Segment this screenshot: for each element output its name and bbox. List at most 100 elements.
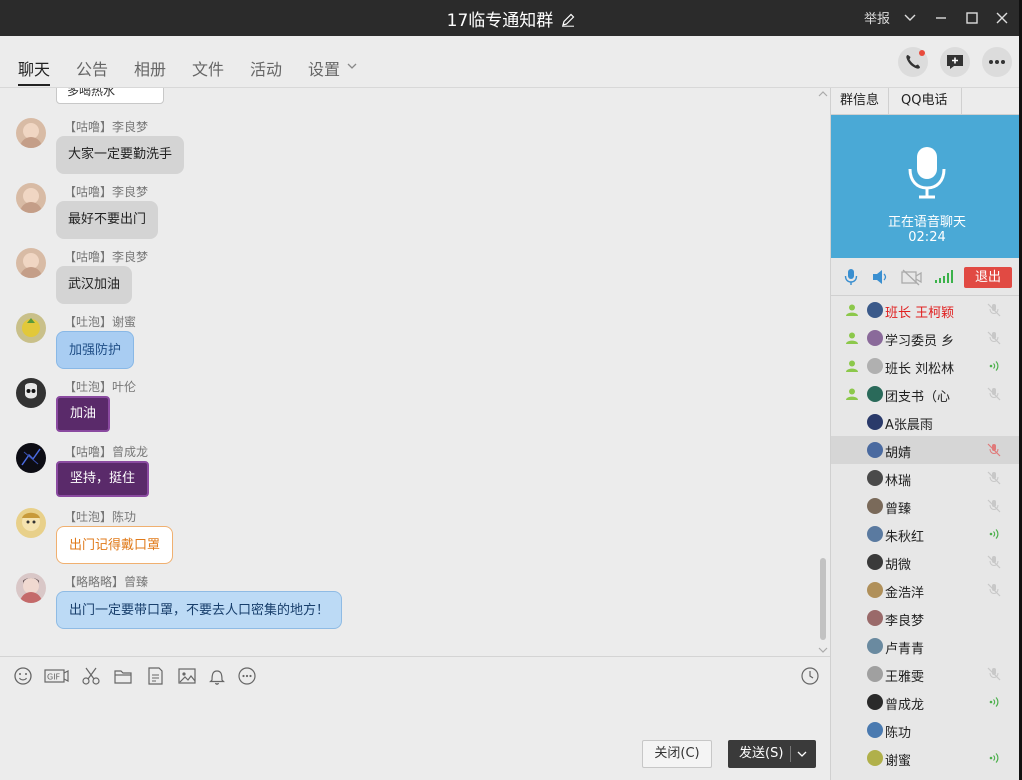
tab-announcement[interactable]: 公告 xyxy=(76,56,108,80)
member-name: 曾成龙 xyxy=(885,698,925,713)
member-row[interactable]: 胡微 xyxy=(831,548,1022,576)
clock-icon[interactable] xyxy=(799,665,821,687)
message-input-area[interactable]: GIF 关闭(C) 发送(S) xyxy=(0,656,830,780)
tab-chat[interactable]: 聊天 xyxy=(18,56,50,80)
member-row[interactable]: 胡婧 xyxy=(831,436,1022,464)
member-avatar[interactable] xyxy=(867,554,883,570)
more-options-button[interactable] xyxy=(982,47,1012,77)
message-bubble: 出门记得戴口罩 xyxy=(56,526,174,564)
member-avatar[interactable] xyxy=(867,582,883,598)
scroll-up-icon[interactable] xyxy=(818,88,828,103)
tab-files[interactable]: 文件 xyxy=(192,56,224,80)
tab-activity[interactable]: 活动 xyxy=(250,56,282,80)
message-bubble: 加强防护 xyxy=(56,331,135,369)
mic-toggle-icon[interactable] xyxy=(843,268,859,290)
member-avatar[interactable] xyxy=(867,722,883,738)
chevron-down-icon[interactable] xyxy=(900,8,920,28)
member-row[interactable]: A张晨雨 xyxy=(831,408,1022,436)
member-avatar[interactable] xyxy=(867,442,883,458)
tab-album[interactable]: 相册 xyxy=(134,56,166,80)
report-button[interactable]: 举报 xyxy=(864,8,890,27)
member-row[interactable]: 团支书（心 xyxy=(831,380,1022,408)
chevron-down-icon[interactable] xyxy=(346,60,358,76)
avatar[interactable] xyxy=(16,183,46,213)
phone-call-button[interactable] xyxy=(898,47,928,77)
member-name: 班长 刘松林 xyxy=(885,362,955,377)
emoji-icon[interactable] xyxy=(12,665,34,687)
member-row[interactable]: 曾臻 xyxy=(831,492,1022,520)
close-button[interactable] xyxy=(992,8,1012,28)
member-row[interactable]: 陈功 xyxy=(831,716,1022,744)
member-avatar[interactable] xyxy=(867,610,883,626)
member-name: 朱秋红 xyxy=(885,530,925,545)
scissors-icon[interactable] xyxy=(80,665,102,687)
avatar[interactable] xyxy=(16,313,46,343)
quit-voice-button[interactable]: 退出 xyxy=(964,267,1012,288)
avatar[interactable] xyxy=(16,443,46,473)
member-name: 陈功 xyxy=(885,726,912,741)
member-row[interactable]: 曾成龙 xyxy=(831,688,1022,716)
mic-muted-icon xyxy=(987,331,1001,349)
member-row[interactable]: 谢蜜 xyxy=(831,744,1022,772)
avatar[interactable] xyxy=(16,118,46,148)
bell-icon[interactable] xyxy=(206,665,228,687)
mic-muted-icon xyxy=(987,443,1001,461)
member-avatar[interactable] xyxy=(867,526,883,542)
avatar[interactable] xyxy=(16,248,46,278)
chat-scrollbar[interactable] xyxy=(818,88,828,654)
message-bubble: 大家一定要勤洗手 xyxy=(56,136,185,174)
folder-icon[interactable] xyxy=(112,665,134,687)
member-avatar[interactable] xyxy=(867,750,883,766)
admin-icon xyxy=(845,303,859,321)
message-bubble: 出门一定要带口罩，不要去人口密集的地方！ xyxy=(56,591,343,629)
speaker-icon[interactable] xyxy=(871,268,889,290)
gif-icon[interactable]: GIF xyxy=(44,665,70,687)
member-row[interactable]: 王雅雯 xyxy=(831,660,1022,688)
member-avatar[interactable] xyxy=(867,330,883,346)
message-bubble: 加油 xyxy=(56,396,111,432)
avatar[interactable] xyxy=(16,378,46,408)
member-row[interactable]: 朱秋红 xyxy=(831,520,1022,548)
member-avatar[interactable] xyxy=(867,386,883,402)
member-row[interactable]: 金浩洋 xyxy=(831,576,1022,604)
tab-qq-call[interactable]: QQ电话 xyxy=(892,88,962,115)
member-row[interactable]: 林瑞 xyxy=(831,464,1022,492)
avatar[interactable] xyxy=(16,508,46,538)
image-icon[interactable] xyxy=(176,665,198,687)
send-button[interactable]: 发送(S) xyxy=(728,740,816,768)
message-bubble: 最好不要出门 xyxy=(56,201,159,239)
maximize-button[interactable] xyxy=(962,8,982,28)
minimize-button[interactable] xyxy=(931,8,951,28)
tab-group-info[interactable]: 群信息 xyxy=(831,88,890,115)
add-message-button[interactable] xyxy=(940,47,970,77)
member-row[interactable]: 学习委员 乡 xyxy=(831,324,1022,352)
member-avatar[interactable] xyxy=(867,302,883,318)
member-row[interactable]: 卢青青 xyxy=(831,632,1022,660)
member-row[interactable]: 李良梦 xyxy=(831,604,1022,632)
member-avatar[interactable] xyxy=(867,638,883,654)
close-chat-button[interactable]: 关闭(C) xyxy=(642,740,712,768)
mic-muted-icon xyxy=(987,499,1001,517)
member-avatar[interactable] xyxy=(867,470,883,486)
member-avatar[interactable] xyxy=(867,414,883,430)
speaking-icon xyxy=(987,527,1001,545)
more-icon[interactable] xyxy=(236,665,258,687)
video-off-icon[interactable] xyxy=(901,268,923,290)
title-bar: 17临专通知群 举报 xyxy=(0,0,1022,36)
screenshot-icon[interactable] xyxy=(144,665,166,687)
edit-name-icon[interactable] xyxy=(561,12,575,32)
avatar[interactable] xyxy=(16,573,46,603)
mic-muted-icon xyxy=(987,667,1001,685)
chevron-down-icon[interactable] xyxy=(796,748,808,764)
voice-member-list[interactable]: 班长 王柯颖 学习委员 乡班长 刘松林团支书（心 A张晨雨 胡婧 林瑞 曾臻朱秋红胡微 金浩… xyxy=(831,296,1022,780)
member-avatar[interactable] xyxy=(867,358,883,374)
member-avatar[interactable] xyxy=(867,498,883,514)
tab-settings[interactable]: 设置 xyxy=(308,56,340,80)
signal-icon xyxy=(935,270,953,288)
member-row[interactable]: 班长 刘松林 xyxy=(831,352,1022,380)
member-row[interactable]: 班长 王柯颖 xyxy=(831,296,1022,324)
member-avatar[interactable] xyxy=(867,666,883,682)
member-avatar[interactable] xyxy=(867,694,883,710)
chat-message-list[interactable]: 多喝热水 【咕噜】李良梦 大家一定要勤洗手 【咕噜】李良梦 最好不要出门 【咕噜… xyxy=(0,88,830,656)
scroll-thumb[interactable] xyxy=(820,558,826,640)
